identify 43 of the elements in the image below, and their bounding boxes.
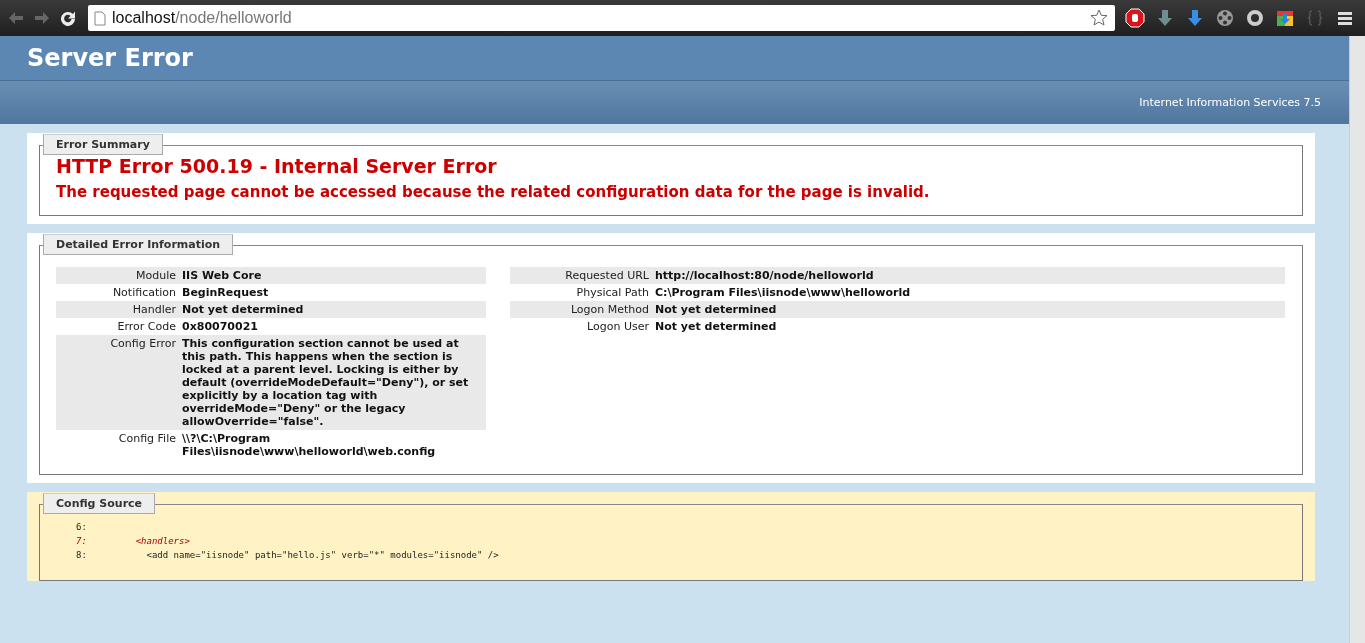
ring-icon[interactable] xyxy=(1245,8,1265,28)
field-label: Logon Method xyxy=(510,301,655,318)
field-label: Handler xyxy=(56,301,182,318)
code-line: <handlers> xyxy=(134,536,190,546)
field-value: IIS Web Core xyxy=(182,267,486,284)
stop-hand-icon[interactable] xyxy=(1125,8,1145,28)
field-label: Config File xyxy=(117,431,177,447)
error-message: The requested page cannot be accessed because the related configuration data for the page is invalid. xyxy=(56,183,931,201)
film-reel-icon[interactable] xyxy=(1215,8,1235,28)
field-value: \\?\C:\Program Files\iisnode\www\helloworld\web.config xyxy=(182,431,437,460)
star-icon[interactable] xyxy=(1089,8,1109,28)
field-value: BeginRequest xyxy=(182,285,270,301)
field-value: This configuration section cannot be used at this path. This happens when the section is locked at a parent level. Locking is either by default (overrideModeDefault="Deny"), or set explicitly by a location tag with overrideMode="Deny" or the legacy allowOverride="false". xyxy=(182,335,486,430)
section-legend: Detailed Error Information xyxy=(43,234,234,255)
page-title: Server Error xyxy=(0,36,1349,81)
line-number: 6: xyxy=(76,522,88,532)
field-value: C:\Program Files\iisnode\www\helloworld xyxy=(655,285,912,301)
page-icon xyxy=(94,10,106,26)
field-label: Module xyxy=(56,267,182,284)
field-value: Not yet determined xyxy=(182,301,486,318)
download-arrow-icon[interactable] xyxy=(1185,8,1205,28)
url-text: localhost/node/helloworld xyxy=(112,9,293,27)
section-legend: Config Source xyxy=(43,493,156,514)
field-label: Error Code xyxy=(116,319,177,335)
address-bar[interactable]: localhost/node/helloworld xyxy=(88,5,1115,31)
line-number: 7: xyxy=(76,536,88,546)
section-legend: Error Summary xyxy=(43,134,163,155)
store-icon[interactable] xyxy=(1275,8,1295,28)
field-value: Not yet determined xyxy=(655,319,778,335)
error-heading: HTTP Error 500.19 - Internal Server Error xyxy=(56,155,498,177)
field-label: Requested URL xyxy=(510,267,655,284)
line-number: 8: xyxy=(76,550,88,560)
field-value: 0x80070021 xyxy=(182,319,259,335)
field-label: Logon User xyxy=(586,319,650,335)
field-value: Not yet determined xyxy=(655,301,1285,318)
download-arrow-icon[interactable] xyxy=(1155,8,1175,28)
scrollbar[interactable] xyxy=(1349,36,1365,643)
code-line: <add name="iisnode" path="hello.js" verb="*" modules="iisnode" /> xyxy=(145,550,499,560)
field-value: http://localhost:80/node/helloworld xyxy=(655,267,1285,284)
server-name: Internet Information Services 7.5 xyxy=(1139,96,1321,109)
field-label: Physical Path xyxy=(575,285,650,301)
field-label: Notification xyxy=(111,285,177,301)
field-label: Config Error xyxy=(56,335,182,430)
